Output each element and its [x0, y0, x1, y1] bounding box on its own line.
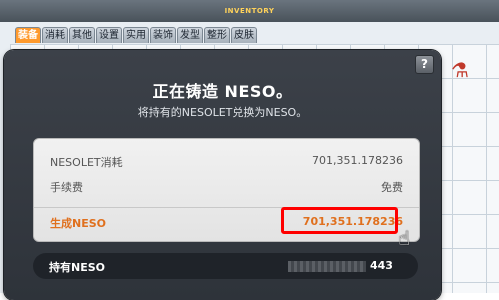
dialog-subtitle: 将持有的NESOLET兑换为NESO。	[137, 106, 308, 119]
tab-utility[interactable]: 实用	[123, 27, 149, 43]
summary-panel: NESOLET消耗 701,351.178236 手续费 免费 生成NESO 7…	[33, 138, 420, 242]
fee-label: 手续费	[50, 181, 83, 194]
tab-hair[interactable]: 发型	[177, 27, 203, 43]
help-button[interactable]: ?	[415, 55, 434, 74]
tab-skin[interactable]: 皮肤	[231, 27, 257, 43]
generated-neso-label: 生成NESO	[50, 217, 106, 230]
tab-face[interactable]: 整形	[204, 27, 230, 43]
tab-decoration[interactable]: 装饰	[150, 27, 176, 43]
nesolet-cost-value: 701,351.178236	[312, 154, 403, 167]
nesolet-cost-label: NESOLET消耗	[50, 156, 123, 169]
owned-neso-value: 443	[370, 259, 393, 272]
fee-row: 手续费 免费	[50, 179, 403, 195]
tab-setup[interactable]: 设置	[96, 27, 122, 43]
inventory-titlebar[interactable]: INVENTORY	[0, 0, 499, 22]
tab-equip[interactable]: 装备	[15, 27, 41, 43]
inventory-tabs: 装备 消耗 其他 设置 实用 装饰 发型 整形 皮肤	[15, 27, 257, 43]
potion-icon[interactable]: ⚗	[445, 55, 475, 85]
owned-neso-row: 持有NESO 443	[33, 253, 418, 279]
tab-consume[interactable]: 消耗	[42, 27, 68, 43]
tab-etc[interactable]: 其他	[69, 27, 95, 43]
fee-value: 免费	[381, 181, 403, 194]
redaction-mask	[288, 261, 366, 272]
nesolet-cost-row: NESOLET消耗 701,351.178236	[50, 154, 403, 170]
dialog-title: 正在铸造 NESO。	[152, 82, 293, 101]
owned-neso-label: 持有NESO	[49, 261, 105, 274]
inventory-title: INVENTORY	[224, 7, 275, 15]
hand-cursor-icon: ☝	[398, 226, 411, 250]
highlight-box	[281, 207, 398, 234]
